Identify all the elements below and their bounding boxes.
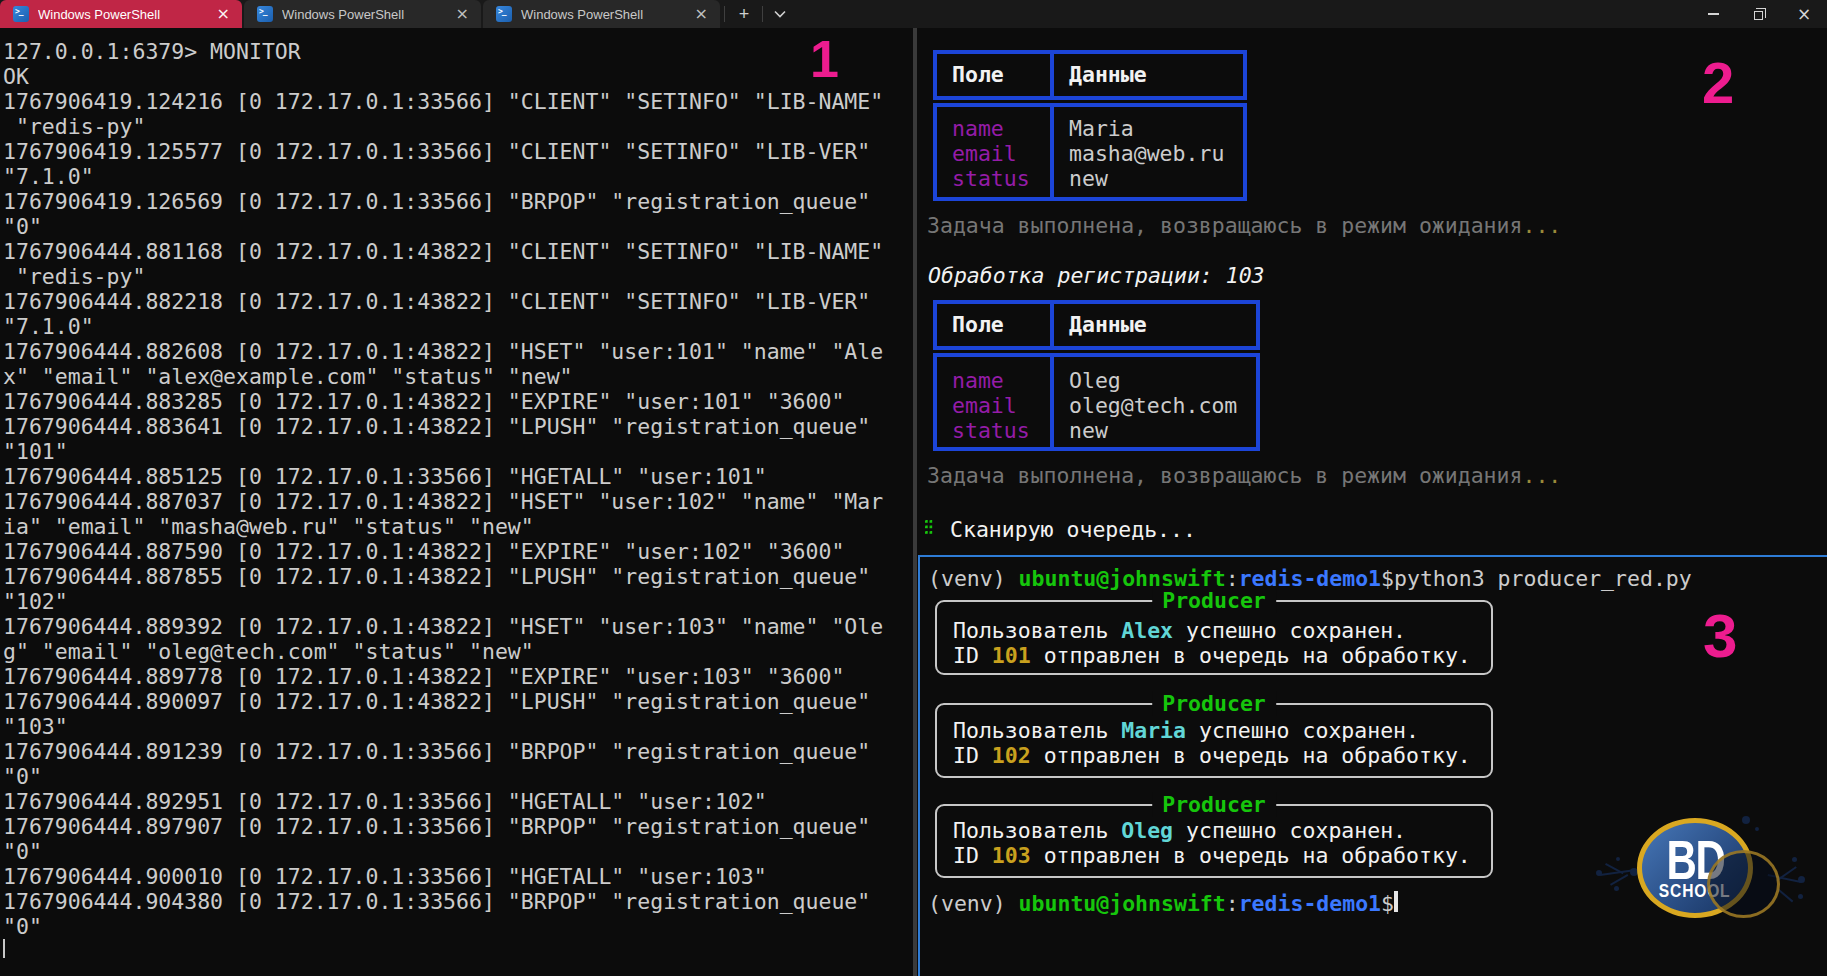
table-cell-value: new <box>1069 166 1108 191</box>
table-cell-field: email <box>952 141 1017 166</box>
tab-powershell-3[interactable]: >_ Windows PowerShell × <box>483 0 720 28</box>
column-header: Поле <box>952 62 1004 87</box>
panel-title: Producer <box>1152 792 1276 817</box>
column-header: Поле <box>952 312 1004 337</box>
tab-dropdown-button[interactable] <box>764 0 796 28</box>
table-cell-value: oleg@tech.com <box>1069 393 1237 418</box>
text-cursor <box>1394 891 1398 912</box>
powershell-icon: >_ <box>257 6 273 22</box>
shell-prompt: (venv) ubuntu@johnswift:redis-demo1$ <box>928 891 1394 916</box>
monitor-output: 127.0.0.1:6379> MONITOR OK 1767906419.12… <box>3 39 883 939</box>
annotation-number: 1 <box>810 37 839 81</box>
table-cell-value: new <box>1069 418 1108 443</box>
chevron-down-icon <box>774 10 786 18</box>
tab-powershell-1[interactable]: >_ Windows PowerShell × <box>0 0 242 28</box>
restore-button[interactable] <box>1736 0 1782 28</box>
powershell-icon: >_ <box>13 6 29 22</box>
processing-line: Обработка регистрации: 103 <box>928 263 1265 288</box>
table-cell-value: Oleg <box>1069 368 1121 393</box>
powershell-icon: >_ <box>496 6 512 22</box>
text-cursor <box>3 939 5 958</box>
tab-divider <box>762 6 763 22</box>
panel-title: Producer <box>1152 691 1276 716</box>
status-line: Задача выполнена, возвращаюсь в режим ож… <box>927 463 1561 488</box>
tab-close-icon[interactable]: × <box>695 6 708 22</box>
panel-line: Пользователь Maria успешно сохранен. <box>953 718 1419 743</box>
tab-bar: >_ Windows PowerShell × >_ Windows Power… <box>0 0 1827 28</box>
panel-line: ID 103 отправлен в очередь на обработку. <box>953 843 1471 868</box>
table-cell-value: Maria <box>1069 116 1134 141</box>
table-cell-field: email <box>952 393 1017 418</box>
tab-title: Windows PowerShell <box>521 7 687 22</box>
tab-title: Windows PowerShell <box>282 7 448 22</box>
panel-line: Пользователь Oleg успешно сохранен. <box>953 818 1406 843</box>
tab-close-icon[interactable]: × <box>456 6 469 22</box>
annotation-number: 3 <box>1703 609 1737 662</box>
close-button[interactable]: × <box>1781 0 1827 28</box>
table-cell-field: name <box>952 368 1004 393</box>
scanning-line: Сканирую очередь... <box>950 517 1196 542</box>
pane-separator[interactable] <box>913 28 917 976</box>
table-cell-value: masha@web.ru <box>1069 141 1224 166</box>
tab-title: Windows PowerShell <box>38 7 209 22</box>
status-line: Задача выполнена, возвращаюсь в режим ож… <box>927 213 1561 238</box>
minimize-icon <box>1708 13 1719 15</box>
panel-line: ID 102 отправлен в очередь на обработку. <box>953 743 1471 768</box>
logo-ring <box>1707 850 1780 918</box>
annotation-number: 2 <box>1702 58 1734 108</box>
minimize-button[interactable] <box>1690 0 1736 28</box>
panel-line: ID 101 отправлен в очередь на обработку. <box>953 643 1471 668</box>
tab-divider <box>724 6 725 22</box>
tab-powershell-2[interactable]: >_ Windows PowerShell × <box>244 0 481 28</box>
column-header: Данные <box>1069 312 1147 337</box>
column-header: Данные <box>1069 62 1147 87</box>
shell-prompt: (venv) ubuntu@johnswift:redis-demo1$pyth… <box>928 566 1692 591</box>
new-tab-button[interactable]: + <box>728 0 760 28</box>
panel-line: Пользователь Alex успешно сохранен. <box>953 618 1406 643</box>
panel-title: Producer <box>1152 588 1276 613</box>
tab-close-icon[interactable]: × <box>217 6 230 22</box>
table-cell-field: status <box>952 418 1030 443</box>
restore-icon <box>1754 11 1763 20</box>
terminal-window: >_ Windows PowerShell × >_ Windows Power… <box>0 0 1827 976</box>
close-icon: × <box>1797 6 1811 23</box>
table-cell-field: status <box>952 166 1030 191</box>
table-cell-field: name <box>952 116 1004 141</box>
spinner-icon <box>925 520 933 536</box>
